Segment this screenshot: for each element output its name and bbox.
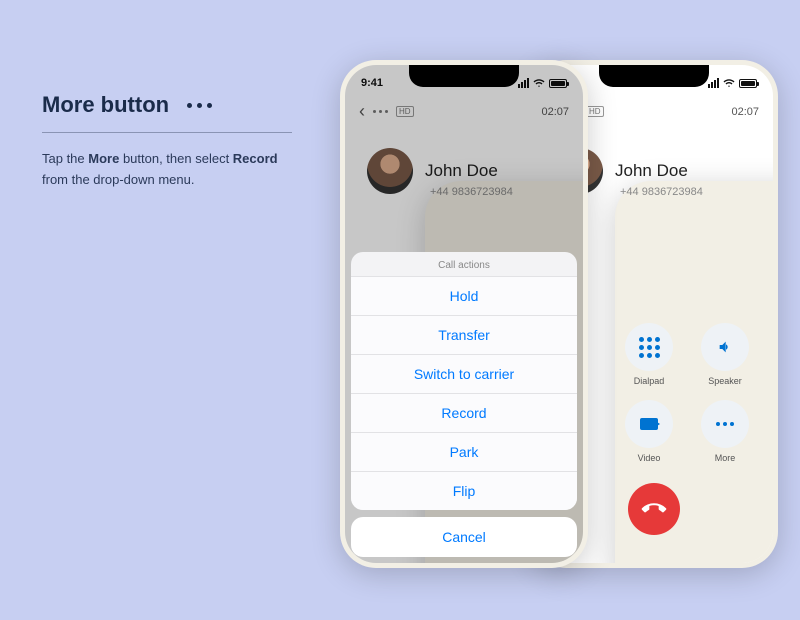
phone-icon <box>637 492 671 526</box>
phone-mock-front: 9:41 ‹ HD 02:07 John Doe + <box>340 60 588 568</box>
battery-icon <box>739 79 757 88</box>
sheet-item-transfer[interactable]: Transfer <box>351 315 577 354</box>
video-button[interactable] <box>625 400 673 448</box>
signal-icon <box>708 78 719 88</box>
sheet-item-record[interactable]: Record <box>351 393 577 432</box>
speaker-button[interactable] <box>701 323 749 371</box>
dialpad-icon <box>639 337 660 358</box>
action-sheet: Call actions Hold Transfer Switch to car… <box>351 252 577 510</box>
sheet-title: Call actions <box>351 252 577 276</box>
sheet-item-switch[interactable]: Switch to carrier <box>351 354 577 393</box>
wifi-icon <box>723 77 735 89</box>
more-dots-icon <box>716 422 734 426</box>
more-button[interactable] <box>701 400 749 448</box>
hangup-button[interactable] <box>628 483 680 535</box>
more-icon <box>187 103 212 108</box>
speaker-icon <box>716 339 734 355</box>
divider <box>42 132 292 133</box>
dialpad-button[interactable] <box>625 323 673 371</box>
call-duration: 02:07 <box>731 106 759 118</box>
sheet-cancel[interactable]: Cancel <box>351 517 577 557</box>
sheet-item-flip[interactable]: Flip <box>351 471 577 510</box>
hd-badge: HD <box>586 106 604 117</box>
instruction-text: Tap the More button, then select Record … <box>42 149 292 191</box>
instruction-title: More button <box>42 92 169 118</box>
video-icon <box>640 418 658 430</box>
contact-name: John Doe <box>615 161 688 181</box>
sheet-item-park[interactable]: Park <box>351 432 577 471</box>
sheet-item-hold[interactable]: Hold <box>351 276 577 315</box>
